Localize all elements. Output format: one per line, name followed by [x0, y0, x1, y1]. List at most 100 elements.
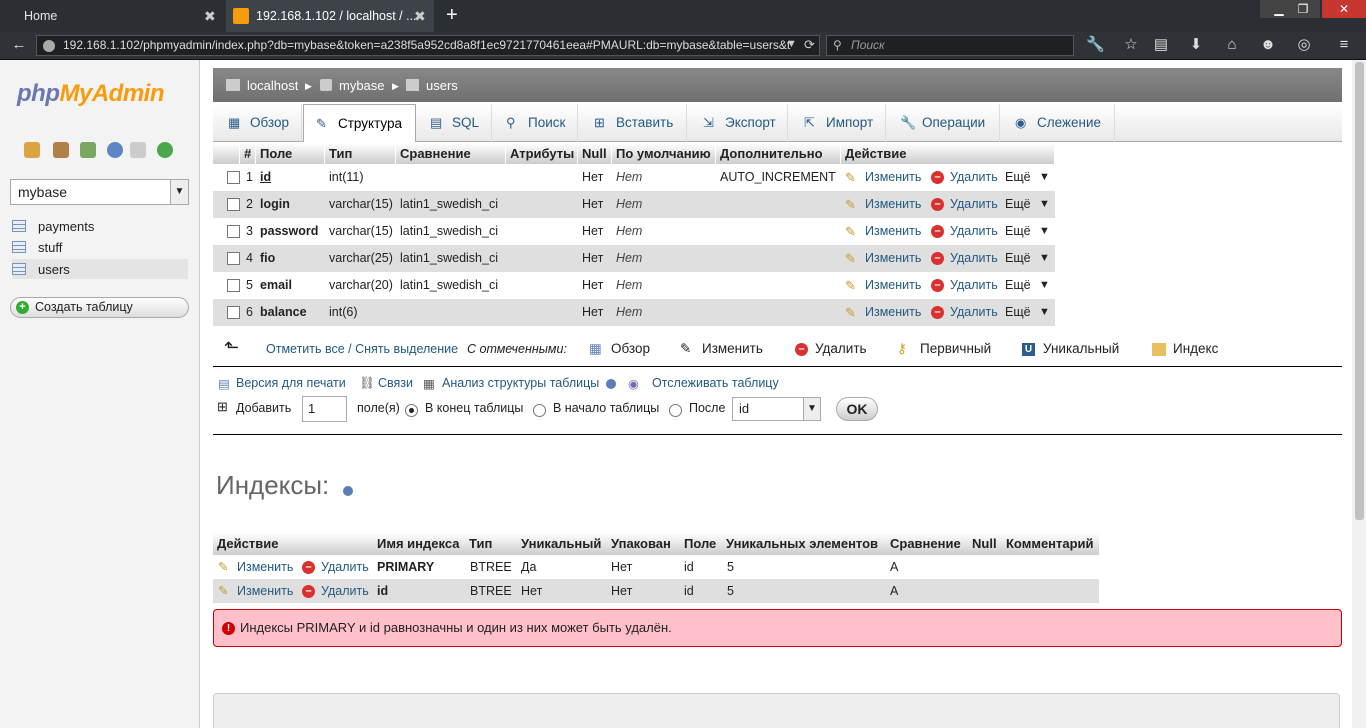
- more-button[interactable]: Ещё: [1005, 245, 1031, 272]
- change-button[interactable]: Изменить: [865, 164, 921, 191]
- tab-import[interactable]: ⇱ Импорт: [792, 104, 886, 142]
- breadcrumb-database[interactable]: mybase: [339, 78, 385, 93]
- column-header[interactable]: Тип: [325, 143, 396, 164]
- track-table-link[interactable]: Отслеживать таблицу: [652, 376, 779, 390]
- close-tab-icon[interactable]: ✖: [414, 8, 426, 25]
- home-icon[interactable]: ⌂: [1223, 36, 1241, 54]
- with-selected-drop[interactable]: Удалить: [815, 341, 867, 357]
- tab-operations[interactable]: 🔧 Операции: [888, 104, 1000, 142]
- tab-search[interactable]: ⚲ Поиск: [494, 104, 578, 142]
- row-checkbox[interactable]: [227, 171, 240, 184]
- row-checkbox[interactable]: [227, 252, 240, 265]
- index-change-button[interactable]: Изменить: [237, 555, 293, 579]
- download-icon[interactable]: ⬇: [1187, 36, 1205, 54]
- tab-tracking[interactable]: ◉ Слежение: [1003, 104, 1115, 142]
- change-button[interactable]: Изменить: [865, 245, 921, 272]
- help-icon[interactable]: [107, 142, 123, 158]
- drop-button[interactable]: Удалить: [950, 245, 998, 272]
- radio-at-beginning[interactable]: [533, 404, 546, 417]
- at-beginning-label[interactable]: В начало таблицы: [553, 401, 659, 415]
- relation-view-link[interactable]: Связи: [378, 376, 413, 390]
- change-button[interactable]: Изменить: [865, 299, 921, 326]
- database-select[interactable]: mybase ▼: [10, 179, 189, 205]
- close-tab-icon[interactable]: ✖: [204, 8, 216, 25]
- drop-button[interactable]: Удалить: [950, 299, 998, 326]
- row-checkbox[interactable]: [227, 279, 240, 292]
- more-button[interactable]: Ещё: [1005, 164, 1031, 191]
- after-label[interactable]: После: [689, 401, 725, 415]
- sidebar-table-users[interactable]: users: [12, 259, 188, 279]
- reload-icon[interactable]: [157, 142, 173, 158]
- help-icon[interactable]: [343, 486, 353, 496]
- index-drop-button[interactable]: Удалить: [321, 579, 369, 603]
- help-icon[interactable]: [606, 379, 616, 389]
- scrollbar-thumb[interactable]: [1355, 62, 1364, 520]
- dropdown-icon[interactable]: ▼: [786, 38, 797, 50]
- column-header[interactable]: Поле: [256, 143, 325, 164]
- drop-button[interactable]: Удалить: [950, 164, 998, 191]
- row-checkbox[interactable]: [227, 198, 240, 211]
- new-tab-icon[interactable]: +: [446, 4, 458, 27]
- more-button[interactable]: Ещё: [1005, 272, 1031, 299]
- index-change-button[interactable]: Изменить: [237, 579, 293, 603]
- more-button[interactable]: Ещё: [1005, 218, 1031, 245]
- drop-button[interactable]: Удалить: [950, 272, 998, 299]
- query-window-icon[interactable]: [80, 142, 96, 158]
- smiley-icon[interactable]: ☻: [1259, 36, 1277, 54]
- address-bar[interactable]: 192.168.1.102/phpmyadmin/index.php?db=my…: [36, 35, 820, 56]
- after-field-select[interactable]: id ▼: [732, 397, 821, 421]
- column-header[interactable]: Атрибуты: [506, 143, 578, 164]
- tab-sql[interactable]: ▤ SQL: [418, 104, 492, 142]
- column-header[interactable]: Сравнение: [396, 143, 506, 164]
- tab-browse[interactable]: ▦ Обзор: [216, 104, 302, 142]
- change-button[interactable]: Изменить: [865, 272, 921, 299]
- home-icon[interactable]: [24, 142, 40, 158]
- change-button[interactable]: Изменить: [865, 191, 921, 218]
- more-button[interactable]: Ещё: [1005, 299, 1031, 326]
- column-header[interactable]: Дополнительно: [716, 143, 841, 164]
- sidebar-table-payments[interactable]: payments: [12, 216, 188, 236]
- with-selected-primary[interactable]: Первичный: [920, 341, 991, 357]
- tab-structure[interactable]: ✎ Структура: [303, 104, 416, 142]
- at-end-label[interactable]: В конец таблицы: [425, 401, 523, 415]
- row-checkbox[interactable]: [227, 306, 240, 319]
- wrench-icon[interactable]: 🔧: [1086, 36, 1105, 54]
- radio-after[interactable]: [669, 404, 682, 417]
- browser-search-input[interactable]: ⚲ Поиск: [826, 35, 1074, 56]
- with-selected-browse[interactable]: Обзор: [611, 341, 650, 357]
- bookmark-star-icon[interactable]: ☆: [1122, 36, 1140, 54]
- sidebar-table-stuff[interactable]: stuff: [12, 237, 188, 257]
- index-drop-button[interactable]: Удалить: [321, 555, 369, 579]
- column-header[interactable]: Null: [578, 143, 612, 164]
- radio-at-end[interactable]: [405, 404, 418, 417]
- chevron-down-icon[interactable]: ▼: [1039, 272, 1050, 299]
- with-selected-index[interactable]: Индекс: [1173, 341, 1218, 357]
- chevron-down-icon[interactable]: ▼: [1039, 245, 1050, 272]
- breadcrumb-table[interactable]: users: [426, 78, 458, 93]
- propose-structure-link[interactable]: Анализ структуры таблицы: [442, 376, 599, 390]
- reading-list-icon[interactable]: ▤: [1152, 36, 1170, 54]
- documentation-icon[interactable]: [130, 142, 146, 158]
- browser-tab-home[interactable]: Home: [0, 0, 224, 32]
- browser-tab-phpmyadmin[interactable]: 192.168.1.102 / localhost / ...: [226, 0, 434, 32]
- drop-button[interactable]: Удалить: [950, 191, 998, 218]
- column-header[interactable]: По умолчанию: [612, 143, 716, 164]
- with-selected-unique[interactable]: Уникальный: [1043, 341, 1119, 357]
- with-selected-change[interactable]: Изменить: [702, 341, 763, 357]
- print-view-link[interactable]: Версия для печати: [236, 376, 346, 390]
- tab-insert[interactable]: ⊞ Вставить: [582, 104, 687, 142]
- vpn-icon[interactable]: ◎: [1295, 36, 1313, 54]
- change-button[interactable]: Изменить: [865, 218, 921, 245]
- breadcrumb-server[interactable]: localhost: [247, 78, 298, 93]
- check-all-link[interactable]: Отметить все / Снять выделение: [266, 341, 458, 357]
- maximize-icon[interactable]: ❐: [1286, 0, 1320, 18]
- ok-button[interactable]: OK: [836, 397, 878, 421]
- chevron-down-icon[interactable]: ▼: [1039, 191, 1050, 218]
- chevron-down-icon[interactable]: ▼: [1039, 299, 1050, 326]
- create-table-button[interactable]: + Создать таблицу: [10, 297, 189, 318]
- add-count-input[interactable]: 1: [302, 396, 347, 422]
- chevron-down-icon[interactable]: ▼: [1039, 164, 1050, 191]
- close-window-icon[interactable]: ✕: [1322, 0, 1366, 18]
- menu-icon[interactable]: ≡: [1335, 36, 1353, 54]
- logout-icon[interactable]: [53, 142, 69, 158]
